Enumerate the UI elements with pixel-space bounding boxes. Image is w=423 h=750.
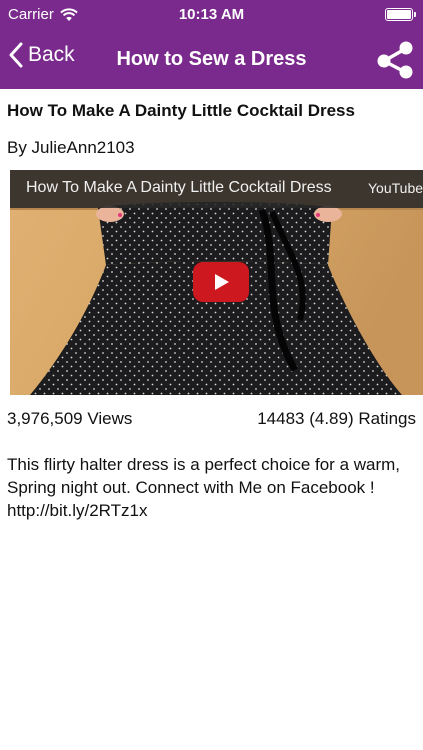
nav-bar: Back How to Sew a Dress	[0, 30, 423, 89]
player-video-title: How To Make A Dainty Little Cocktail Dre…	[26, 179, 332, 196]
battery-icon	[385, 8, 416, 21]
video-player[interactable]: How To Make A Dainty Little Cocktail Dre…	[10, 170, 423, 395]
status-bar: Carrier 10:13 AM	[0, 0, 423, 30]
rating-count: 14483 (4.89) Ratings	[257, 409, 416, 428]
share-icon[interactable]	[375, 40, 415, 80]
status-time: 10:13 AM	[178, 6, 245, 23]
player-title-bar: How To Make A Dainty Little Cocktail Dre…	[10, 170, 423, 208]
youtube-brand: YouTube	[368, 180, 423, 196]
top-bar: Carrier 10:13 AM Back How to Sew a Dress	[0, 0, 423, 89]
play-icon[interactable]	[193, 262, 249, 302]
page-title: How to Sew a Dress	[116, 48, 307, 70]
video-author: By JulieAnn2103	[7, 138, 135, 157]
view-count: 3,976,509 Views	[7, 409, 133, 428]
video-title: How To Make A Dainty Little Cocktail Dre…	[7, 101, 355, 120]
video-description: This flirty halter dress is a perfect ch…	[7, 455, 401, 520]
